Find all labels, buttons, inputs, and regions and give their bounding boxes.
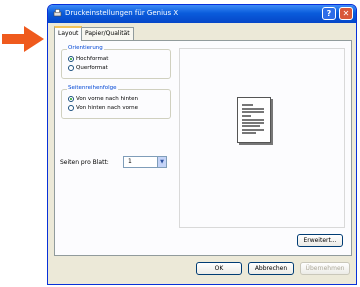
layout-panel: Orientierung Hochformat Querformat Seite…	[54, 40, 352, 256]
advanced-button[interactable]: Erweitert...	[297, 234, 343, 247]
orange-arrow-icon	[2, 26, 44, 52]
tab-layout[interactable]: Layout	[54, 26, 83, 41]
radio-unselected-icon	[68, 105, 74, 111]
apply-button[interactable]: Übernehmen	[300, 262, 350, 275]
page-preview-icon	[237, 97, 271, 143]
window-title: Druckeinstellungen für Genius X	[65, 9, 179, 17]
cancel-button[interactable]: Abbrechen	[248, 262, 294, 275]
print-preferences-dialog: Druckeinstellungen für Genius X ? ✕ Layo…	[47, 4, 357, 285]
pages-per-sheet-value: 1	[128, 158, 132, 165]
front-to-back-label: Von vorne nach hinten	[76, 96, 138, 102]
landscape-label: Querformat	[76, 65, 108, 71]
pages-per-sheet-select[interactable]: 1 ▼	[123, 156, 167, 168]
help-button[interactable]: ?	[322, 7, 336, 20]
portrait-label: Hochformat	[76, 56, 109, 62]
printer-icon	[53, 9, 62, 17]
tab-paper-quality[interactable]: Papier/Qualität	[81, 27, 134, 40]
radio-front-to-back[interactable]: Von vorne nach hinten	[68, 96, 138, 102]
orientation-label: Orientierung	[67, 45, 104, 51]
radio-selected-icon	[68, 56, 74, 62]
radio-selected-icon	[68, 96, 74, 102]
chevron-down-icon[interactable]: ▼	[157, 157, 166, 167]
radio-unselected-icon	[68, 65, 74, 71]
radio-portrait[interactable]: Hochformat	[68, 56, 108, 62]
pages-per-sheet-label: Seiten pro Blatt:	[60, 159, 109, 166]
back-to-front-label: Von hinten nach vorne	[76, 105, 138, 111]
title-bar[interactable]: Druckeinstellungen für Genius X ? ✕	[48, 5, 356, 23]
close-button[interactable]: ✕	[339, 7, 353, 20]
orientation-group: Orientierung Hochformat Querformat	[61, 45, 171, 79]
page-order-label: Seitenreihenfolge	[67, 85, 118, 91]
page-preview	[179, 48, 345, 228]
ok-button[interactable]: OK	[196, 262, 242, 275]
radio-back-to-front[interactable]: Von hinten nach vorne	[68, 105, 138, 111]
page-order-group: Seitenreihenfolge Von vorne nach hinten …	[61, 85, 171, 119]
radio-landscape[interactable]: Querformat	[68, 65, 108, 71]
